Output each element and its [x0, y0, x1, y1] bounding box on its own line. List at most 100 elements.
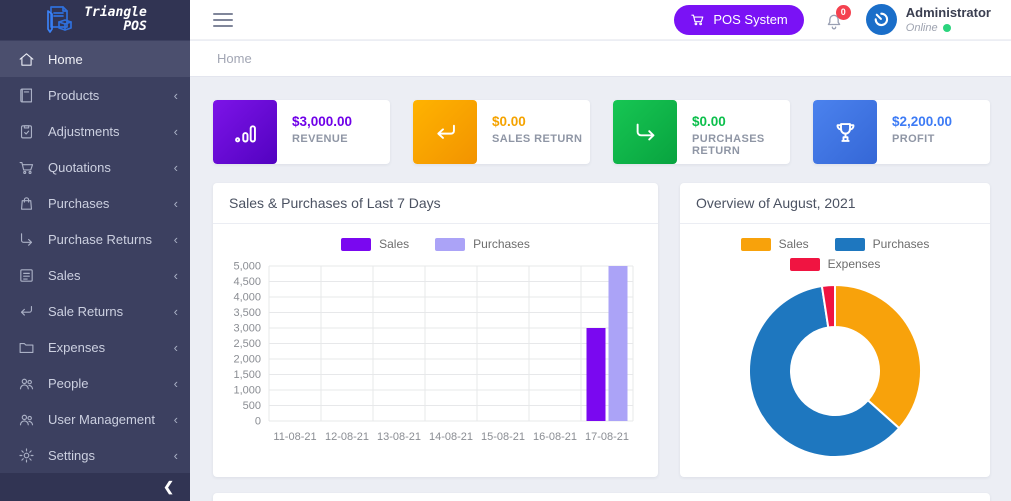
sidebar: Triangle POS Home Products ‹ Adjustments… — [0, 0, 190, 501]
chevron-left-icon: ‹ — [174, 232, 178, 247]
stat-value: $0.00 — [692, 114, 790, 129]
chart-card-header: Overview of August, 2021 — [680, 183, 990, 224]
logo-text: Triangle POS — [84, 6, 147, 35]
stat-label: PURCHASES RETURN — [692, 133, 790, 157]
sidebar-item-products[interactable]: Products ‹ — [0, 77, 190, 113]
power-icon — [868, 6, 895, 33]
sidebar-item-label: Products — [48, 88, 174, 103]
svg-text:0: 0 — [255, 416, 261, 428]
svg-text:3,000: 3,000 — [233, 323, 261, 335]
svg-text:4,500: 4,500 — [233, 276, 261, 288]
invoice-icon — [18, 267, 35, 284]
corner-arrow-icon — [613, 100, 677, 164]
sidebar-item-people[interactable]: People ‹ — [0, 365, 190, 401]
sidebar-item-home[interactable]: Home — [0, 41, 190, 77]
return-arrow-icon — [413, 100, 477, 164]
svg-text:3,500: 3,500 — [233, 307, 261, 319]
pos-system-button[interactable]: POS System — [674, 5, 803, 35]
sidebar-item-label: Home — [48, 52, 178, 67]
sidebar-item-purchases[interactable]: Purchases ‹ — [0, 185, 190, 221]
sales-purchases-chart-card: Sales & Purchases of Last 7 Days Sales P… — [213, 183, 658, 477]
svg-text:1,000: 1,000 — [233, 385, 261, 397]
chevron-left-icon: ‹ — [174, 304, 178, 319]
sidebar-item-label: Adjustments — [48, 124, 174, 139]
svg-text:16-08-21: 16-08-21 — [533, 431, 577, 443]
collapse-chevron-icon: ❮ — [163, 479, 174, 495]
home-icon — [18, 51, 35, 68]
arrow-return-right-icon — [18, 231, 35, 248]
stat-card-sales-return: $0.00 SALES RETURN — [413, 100, 590, 164]
sidebar-item-purchase-returns[interactable]: Purchase Returns ‹ — [0, 221, 190, 257]
hamburger-menu-icon[interactable] — [213, 9, 233, 31]
chevron-left-icon: ‹ — [174, 124, 178, 139]
bar-chart-legend: Sales Purchases — [213, 237, 658, 251]
chevron-left-icon: ‹ — [174, 448, 178, 463]
chart-title: Sales & Purchases of Last 7 Days — [229, 195, 441, 211]
legend-item-purchases[interactable]: Purchases — [435, 237, 530, 251]
bar-chart: 05001,0001,5002,0002,5003,0003,5004,0004… — [213, 251, 658, 464]
legend-swatch — [435, 238, 465, 251]
sidebar-item-expenses[interactable]: Expenses ‹ — [0, 329, 190, 365]
svg-text:500: 500 — [243, 400, 261, 412]
svg-text:14-08-21: 14-08-21 — [429, 431, 473, 443]
stats-row: $3,000.00 REVENUE $0.00 SALES RETURN $ — [213, 100, 990, 164]
notifications-button[interactable]: 0 — [824, 8, 846, 32]
legend-item-sales[interactable]: Sales — [741, 237, 809, 251]
arrow-return-left-icon — [18, 303, 35, 320]
logo[interactable]: Triangle POS — [0, 0, 190, 40]
legend-swatch — [341, 238, 371, 251]
donut-chart-svg — [695, 275, 975, 467]
stat-card-profit: $2,200.00 PROFIT — [813, 100, 990, 164]
svg-text:1,500: 1,500 — [233, 369, 261, 381]
gear-icon — [18, 447, 35, 464]
stat-value: $2,200.00 — [892, 114, 952, 129]
sidebar-item-settings[interactable]: Settings ‹ — [0, 437, 190, 473]
sidebar-collapse-toggle[interactable]: ❮ — [0, 473, 190, 501]
stat-value: $3,000.00 — [292, 114, 352, 129]
user-menu[interactable]: Administrator Online — [866, 4, 991, 35]
triangle-pos-logo-icon — [43, 5, 77, 35]
people-icon — [18, 411, 35, 428]
legend-item-expenses[interactable]: Expenses — [790, 257, 881, 271]
user-status: Online — [906, 22, 991, 34]
sidebar-item-sale-returns[interactable]: Sale Returns ‹ — [0, 293, 190, 329]
breadcrumb[interactable]: Home — [217, 51, 252, 66]
overview-chart-card: Overview of August, 2021 Sales Purchases — [680, 183, 990, 477]
sidebar-item-adjustments[interactable]: Adjustments ‹ — [0, 113, 190, 149]
sidebar-item-sales[interactable]: Sales ‹ — [0, 257, 190, 293]
sidebar-item-quotations[interactable]: Quotations ‹ — [0, 149, 190, 185]
topbar-right: POS System 0 Administrator Online — [674, 4, 991, 35]
sidebar-item-user-management[interactable]: User Management ‹ — [0, 401, 190, 437]
folder-icon — [18, 339, 35, 356]
stat-card-revenue: $3,000.00 REVENUE — [213, 100, 390, 164]
charts-row: Sales & Purchases of Last 7 Days Sales P… — [213, 183, 990, 477]
legend-item-sales[interactable]: Sales — [341, 237, 409, 251]
svg-text:17-08-21: 17-08-21 — [585, 431, 629, 443]
svg-text:12-08-21: 12-08-21 — [325, 431, 369, 443]
chevron-left-icon: ‹ — [174, 268, 178, 283]
sidebar-item-label: Purchase Returns — [48, 232, 174, 247]
bar-chart-icon — [213, 100, 277, 164]
svg-text:2,500: 2,500 — [233, 338, 261, 350]
legend-item-purchases[interactable]: Purchases — [835, 237, 930, 251]
topbar: POS System 0 Administrator Online — [190, 0, 1011, 40]
legend-swatch — [790, 258, 820, 271]
cart-icon — [18, 159, 35, 176]
sidebar-item-label: People — [48, 376, 174, 391]
svg-text:11-08-21: 11-08-21 — [273, 431, 316, 443]
chevron-left-icon: ‹ — [174, 160, 178, 175]
bar-chart-svg: 05001,0001,5002,0002,5003,0003,5004,0004… — [221, 253, 641, 459]
legend-swatch — [741, 238, 771, 251]
donut-legend-row-1: Sales Purchases — [680, 237, 990, 251]
chart-card-header: Sales & Purchases of Last 7 Days — [213, 183, 658, 224]
chevron-left-icon: ‹ — [174, 340, 178, 355]
stat-label: SALES RETURN — [492, 133, 582, 145]
legend-swatch — [835, 238, 865, 251]
main-content: $3,000.00 REVENUE $0.00 SALES RETURN $ — [190, 77, 1011, 501]
cart-icon — [690, 12, 705, 27]
breadcrumb-bar: Home — [190, 41, 1011, 77]
sidebar-item-label: Settings — [48, 448, 174, 463]
svg-text:13-08-21: 13-08-21 — [377, 431, 421, 443]
clipboard-icon — [18, 123, 35, 140]
chevron-left-icon: ‹ — [174, 376, 178, 391]
